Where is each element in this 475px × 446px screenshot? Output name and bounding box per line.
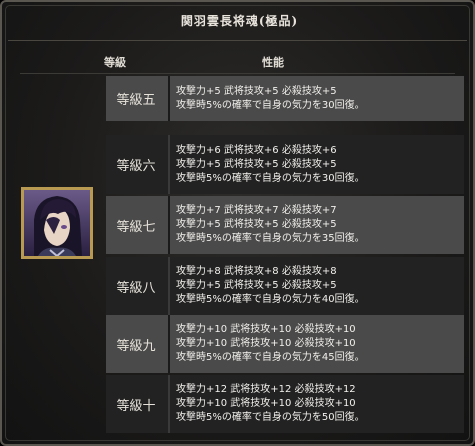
performance-line: 攻撃力+10 武将技攻+10 必殺技攻+10 (176, 324, 356, 335)
soul-info-panel: 関羽雲長将魂(極品) 等級 性能 等級五 攻撃力+5 武将技攻+5 必殺技攻+5… (0, 0, 475, 446)
level-label: 等級九 (116, 338, 156, 354)
level-label: 等級五 (116, 93, 156, 108)
level-row: 等級五 攻撃力+5 武将技攻+5 必殺技攻+5 攻撃時5%の確率で自身の気力を3… (106, 76, 464, 121)
performance-line: 攻撃時5%の確率で自身の気力を30回復。 (176, 99, 365, 111)
performance-line: 攻撃力+5 武将技攻+5 必殺技攻+5 (176, 219, 337, 230)
performance-line: 攻撃時5%の確率で自身の気力を40回復。 (176, 294, 365, 305)
performance-text: 攻撃力+6 武将技攻+6 必殺技攻+6 攻撃力+5 武将技攻+5 必殺技攻+5 … (176, 135, 365, 194)
performance-text: 攻撃力+8 武将技攻+8 必殺技攻+8 攻撃力+5 武将技攻+5 必殺技攻+5 … (176, 257, 365, 315)
level-label: 等級七 (116, 219, 156, 235)
level-label: 等級六 (116, 159, 156, 174)
row-separator (168, 315, 170, 373)
performance-line: 攻撃力+10 武将技攻+10 必殺技攻+10 (176, 338, 356, 349)
level-row: 等級八 攻撃力+8 武将技攻+8 必殺技攻+8 攻撃力+5 武将技攻+5 必殺技… (106, 257, 464, 315)
performance-line: 攻撃時5%の確率で自身の気力を35回復。 (176, 233, 365, 244)
column-header-level: 等級 (104, 56, 126, 69)
performance-line: 攻撃時5%の確率で自身の気力を45回復。 (176, 352, 365, 363)
level-row: 等級九 攻撃力+10 武将技攻+10 必殺技攻+10 攻撃力+10 武将技攻+1… (106, 315, 464, 373)
performance-line: 攻撃力+5 武将技攻+5 必殺技攻+5 (176, 280, 337, 291)
performance-line: 攻撃力+7 武将技攻+7 必殺技攻+7 (176, 205, 337, 216)
column-header-performance: 性能 (262, 56, 284, 69)
performance-text: 攻撃力+12 武将技攻+12 必殺技攻+12 攻撃力+10 武将技攻+10 必殺… (176, 375, 365, 433)
level-label: 等級十 (116, 398, 156, 414)
row-separator (168, 76, 170, 121)
performance-text: 攻撃力+10 武将技攻+10 必殺技攻+10 攻撃力+10 武将技攻+10 必殺… (176, 315, 365, 373)
level-row: 等級七 攻撃力+7 武将技攻+7 必殺技攻+7 攻撃力+5 武将技攻+5 必殺技… (106, 196, 464, 254)
performance-text: 攻撃力+5 武将技攻+5 必殺技攻+5 攻撃時5%の確率で自身の気力を30回復。 (176, 76, 365, 121)
row-separator (168, 257, 170, 315)
performance-line: 攻撃時5%の確率で自身の気力を50回復。 (176, 412, 365, 423)
performance-line: 攻撃時5%の確率で自身の気力を30回復。 (176, 172, 365, 184)
performance-text: 攻撃力+7 武将技攻+7 必殺技攻+7 攻撃力+5 武将技攻+5 必殺技攻+5 … (176, 196, 365, 254)
level-label: 等級八 (116, 280, 156, 296)
performance-line: 攻撃力+10 武将技攻+10 必殺技攻+10 (176, 398, 356, 409)
level-row: 等級六 攻撃力+6 武将技攻+6 必殺技攻+6 攻撃力+5 武将技攻+5 必殺技… (106, 135, 464, 194)
row-separator (168, 196, 170, 254)
panel-title: 関羽雲長将魂(極品) (180, 14, 299, 28)
level-row: 等級十 攻撃力+12 武将技攻+12 必殺技攻+12 攻撃力+10 武将技攻+1… (106, 375, 464, 433)
title-divider (8, 40, 467, 41)
header-divider (20, 73, 455, 74)
performance-line: 攻撃力+6 武将技攻+6 必殺技攻+6 (176, 144, 337, 156)
row-separator (168, 375, 170, 433)
character-portrait (21, 187, 93, 259)
performance-line: 攻撃力+5 武将技攻+5 必殺技攻+5 (176, 85, 337, 97)
performance-line: 攻撃力+5 武将技攻+5 必殺技攻+5 (176, 158, 337, 170)
performance-line: 攻撃力+8 武将技攻+8 必殺技攻+8 (176, 266, 337, 277)
performance-line: 攻撃力+12 武将技攻+12 必殺技攻+12 (176, 384, 356, 395)
row-separator (168, 135, 170, 194)
portrait-image (24, 190, 90, 256)
